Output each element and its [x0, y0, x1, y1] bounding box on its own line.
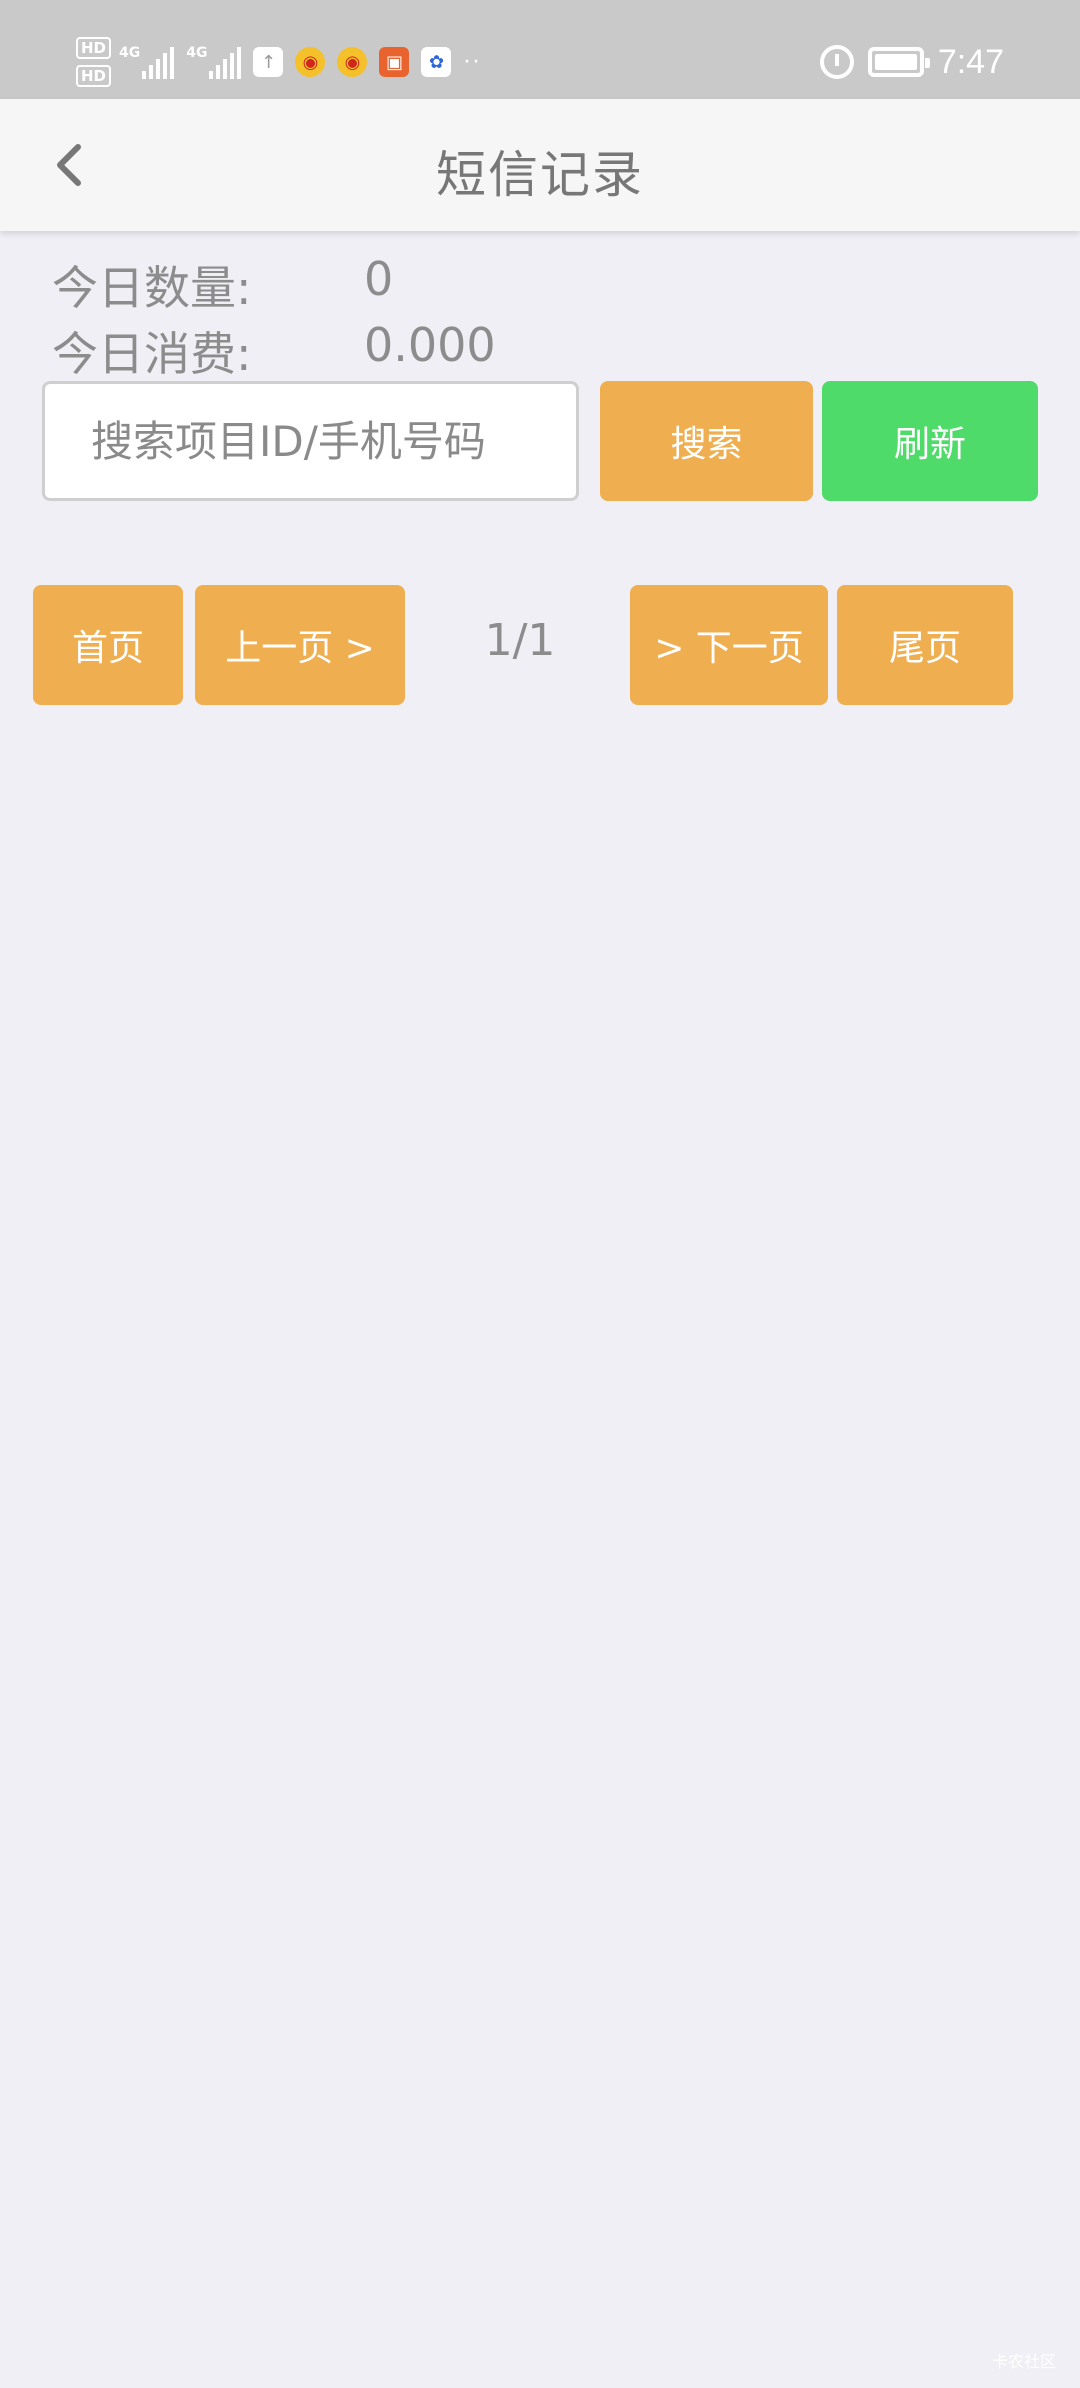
network-type-1: 4G — [119, 45, 141, 61]
refresh-button[interactable]: 刷新 — [822, 381, 1038, 501]
page-title: 短信记录 — [436, 146, 644, 204]
today-cost-row: 今日消费: 0.000 — [52, 318, 496, 384]
signal-bars-icon — [142, 45, 175, 79]
signal-2: 4G — [186, 45, 242, 79]
watermark: 卡农社区 — [991, 2352, 1056, 2371]
today-count-row: 今日数量: 0 — [52, 252, 393, 318]
signal-bars-icon — [209, 45, 242, 79]
search-input[interactable] — [42, 381, 579, 501]
hd-badge-2: HD — [76, 65, 112, 87]
weibo-icon: ◉ — [337, 47, 368, 77]
red-app-icon: ▣ — [379, 47, 410, 77]
app-header: 短信记录 — [0, 99, 1080, 231]
today-count-label: 今日数量: — [52, 261, 252, 315]
signal-1: 4G — [119, 45, 175, 79]
page-indicator: 1/1 — [484, 615, 556, 666]
alarm-icon — [819, 45, 854, 79]
hd-badge-1: HD — [76, 37, 112, 59]
sim-indicators: HD HD — [76, 37, 112, 87]
last-page-button[interactable]: 尾页 — [837, 585, 1013, 705]
status-bar: HD HD 4G 4G ↑ ◉ ◉ ▣ ✿ ·· 7:47 — [0, 0, 1080, 99]
status-right: 7:47 — [819, 42, 1004, 82]
status-left: HD HD 4G 4G ↑ ◉ ◉ ▣ ✿ ·· — [76, 36, 481, 88]
search-button[interactable]: 搜索 — [600, 381, 813, 501]
upload-icon: ↑ — [253, 47, 284, 77]
network-type-2: 4G — [186, 45, 208, 61]
today-cost-value: 0.000 — [364, 318, 496, 372]
baidu-icon: ✿ — [421, 47, 452, 77]
prev-page-button[interactable]: 上一页 > — [195, 585, 405, 705]
today-count-value: 0 — [364, 252, 394, 306]
weibo-icon: ◉ — [295, 47, 326, 77]
first-page-button[interactable]: 首页 — [33, 585, 183, 705]
clock: 7:47 — [937, 42, 1004, 81]
battery-icon — [867, 47, 930, 77]
today-cost-label: 今日消费: — [52, 327, 252, 381]
more-notifications-icon: ·· — [463, 49, 482, 75]
next-page-button[interactable]: > 下一页 — [630, 585, 828, 705]
